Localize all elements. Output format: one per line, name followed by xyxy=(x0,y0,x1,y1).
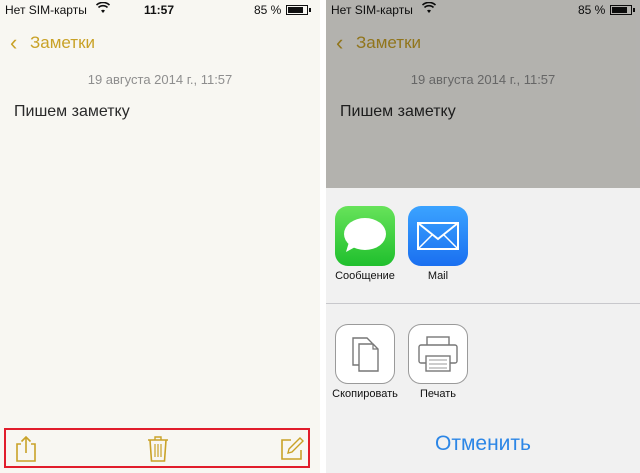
wifi-icon xyxy=(95,1,111,17)
sheet-divider xyxy=(326,303,640,304)
toolbar-highlight-box xyxy=(4,428,310,468)
print-icon[interactable] xyxy=(408,324,468,384)
app-label-mail: Mail xyxy=(427,270,449,282)
note-date: 19 августа 2014 г., 11:57 xyxy=(87,72,233,87)
messages-icon[interactable] xyxy=(335,206,395,266)
dim-overlay[interactable] xyxy=(326,0,640,188)
notes-screen-right: Нет SIM-карты 85 % ‹ Заметки 19 августа … xyxy=(326,0,640,473)
back-label: Заметки xyxy=(30,33,96,52)
mail-icon[interactable] xyxy=(408,206,468,266)
cancel-button[interactable]: Отменить xyxy=(326,432,640,456)
action-label-print: Печать xyxy=(419,388,457,400)
notes-screen-left: Нет SIM-карты 11:57 85 % ‹ Заметки 19 ав… xyxy=(0,0,320,473)
back-button[interactable]: ‹ Заметки xyxy=(0,26,120,58)
share-sheet: Сообщение Mail Скопировать Печать Отмени… xyxy=(326,188,640,473)
chevron-left-icon: ‹ xyxy=(10,30,18,55)
status-bar: Нет SIM-карты 11:57 85 % xyxy=(0,0,320,20)
copy-icon[interactable] xyxy=(335,324,395,384)
carrier-label: Нет SIM-карты xyxy=(5,3,87,17)
clock-label: 11:57 xyxy=(144,3,175,17)
note-body[interactable]: Пишем заметку xyxy=(14,103,130,121)
battery-icon xyxy=(286,5,311,15)
battery-percent: 85 % xyxy=(254,3,282,17)
